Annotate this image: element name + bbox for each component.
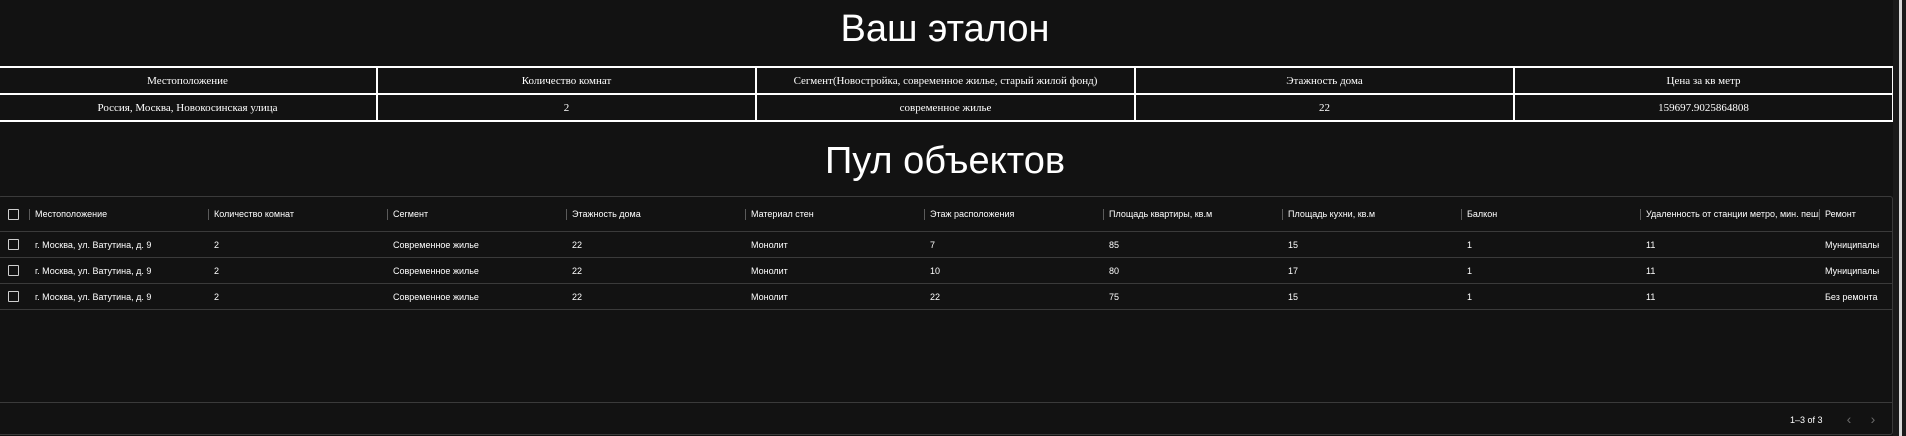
cell-wall-material: Монолит	[751, 265, 788, 276]
etalon-header-location: Местоположение	[0, 66, 378, 95]
grid-footer: 1–3 of 3 ‹ ›	[0, 402, 1892, 434]
etalon-cell-location: Россия, Москва, Новокосинская улица	[0, 93, 378, 122]
chevron-left-icon[interactable]: ‹	[1842, 410, 1856, 428]
etalon-title: Ваш эталон	[840, 8, 1050, 50]
cell-renovation: Без ремонта	[1825, 291, 1878, 302]
row-checkbox[interactable]	[8, 291, 19, 302]
column-header-balcony[interactable]: Балкон	[1461, 197, 1640, 231]
cell-segment: Современное жилье	[393, 291, 479, 302]
cell-segment: Современное жилье	[393, 265, 479, 276]
column-header-segment[interactable]: Сегмент	[387, 197, 566, 231]
cell-rooms: 2	[214, 265, 220, 276]
column-header-rooms[interactable]: Количество комнат	[208, 197, 387, 231]
cell-rooms: 2	[214, 291, 220, 302]
cell-balcony: 1	[1467, 291, 1473, 302]
chevron-right-icon[interactable]: ›	[1866, 410, 1880, 428]
cell-metro-distance: 11	[1646, 291, 1656, 302]
column-header-wall-material[interactable]: Материал стен	[745, 197, 924, 231]
cell-kitchen-area: 15	[1288, 239, 1299, 250]
etalon-cell-segment: современное жилье	[755, 93, 1136, 122]
cell-floor: 10	[930, 265, 941, 276]
page: Ваш эталон Местоположение Количество ком…	[0, 0, 1906, 436]
etalon-header-floors: Этажность дома	[1134, 66, 1515, 95]
cell-area: 85	[1109, 239, 1120, 250]
column-header-kitchen-area[interactable]: Площадь кухни, кв.м	[1282, 197, 1461, 231]
cell-rooms: 2	[214, 239, 220, 250]
cell-kitchen-area: 15	[1288, 291, 1299, 302]
column-header-metro-distance[interactable]: Удаленность от станции метро, мин. пешко…	[1640, 197, 1819, 231]
pagination-label: 1–3 of 3	[1790, 415, 1823, 425]
table-row[interactable]: г. Москва, ул. Ватутина, д. 9 2 Современ…	[0, 232, 1892, 258]
cell-floor: 22	[930, 291, 941, 302]
cell-wall-material: Монолит	[751, 291, 788, 302]
etalon-header-rooms: Количество комнат	[376, 66, 757, 95]
select-all-checkbox[interactable]	[8, 208, 19, 220]
table-row[interactable]: г. Москва, ул. Ватутина, д. 9 2 Современ…	[0, 284, 1892, 310]
select-all-cell	[0, 197, 29, 231]
row-select-cell	[0, 284, 29, 309]
row-checkbox[interactable]	[8, 265, 19, 276]
cell-renovation: Муниципальный ремонт	[1825, 265, 1879, 276]
cell-area: 80	[1109, 265, 1120, 276]
column-header-floor[interactable]: Этаж расположения	[924, 197, 1103, 231]
row-checkbox[interactable]	[8, 239, 19, 250]
column-header-floors[interactable]: Этажность дома	[566, 197, 745, 231]
page-scrollbar-thumb[interactable]	[1899, 0, 1902, 436]
cell-balcony: 1	[1467, 239, 1473, 250]
cell-kitchen-area: 17	[1288, 265, 1299, 276]
pool-title: Пул объектов	[824, 140, 1066, 182]
row-select-cell	[0, 258, 29, 283]
cell-location: г. Москва, ул. Ватутина, д. 9	[35, 265, 152, 276]
row-select-cell	[0, 232, 29, 257]
cell-balcony: 1	[1467, 265, 1473, 276]
cell-floor: 7	[930, 239, 936, 250]
etalon-table: Местоположение Количество комнат Сегмент…	[0, 66, 1894, 122]
etalon-header-price: Цена за кв метр	[1513, 66, 1894, 95]
etalon-cell-rooms: 2	[376, 93, 757, 122]
grid-header-row: Местоположение Количество комнат Сегмент…	[0, 197, 1892, 232]
etalon-cell-price: 159697.9025864808	[1513, 93, 1894, 122]
cell-floors: 22	[572, 265, 583, 276]
etalon-header-segment: Сегмент(Новостройка, современное жилье, …	[755, 66, 1136, 95]
table-row[interactable]: г. Москва, ул. Ватутина, д. 9 2 Современ…	[0, 258, 1892, 284]
cell-metro-distance: 11	[1646, 239, 1656, 250]
etalon-cell-floors: 22	[1134, 93, 1515, 122]
etalon-data-row: Россия, Москва, Новокосинская улица 2 со…	[0, 93, 1894, 122]
cell-location: г. Москва, ул. Ватутина, д. 9	[35, 291, 152, 302]
cell-floors: 22	[572, 291, 583, 302]
column-header-location[interactable]: Местоположение	[29, 197, 208, 231]
cell-area: 75	[1109, 291, 1120, 302]
cell-floors: 22	[572, 239, 583, 250]
cell-location: г. Москва, ул. Ватутина, д. 9	[35, 239, 152, 250]
objects-data-grid: Местоположение Количество комнат Сегмент…	[0, 196, 1893, 435]
cell-segment: Современное жилье	[393, 239, 479, 250]
cell-renovation: Муниципальный ремонт	[1825, 239, 1879, 250]
etalon-header-row: Местоположение Количество комнат Сегмент…	[0, 66, 1894, 95]
column-header-area[interactable]: Площадь квартиры, кв.м	[1103, 197, 1282, 231]
column-header-renovation[interactable]: Ремонт	[1819, 197, 1879, 231]
cell-metro-distance: 11	[1646, 265, 1656, 276]
cell-wall-material: Монолит	[751, 239, 788, 250]
